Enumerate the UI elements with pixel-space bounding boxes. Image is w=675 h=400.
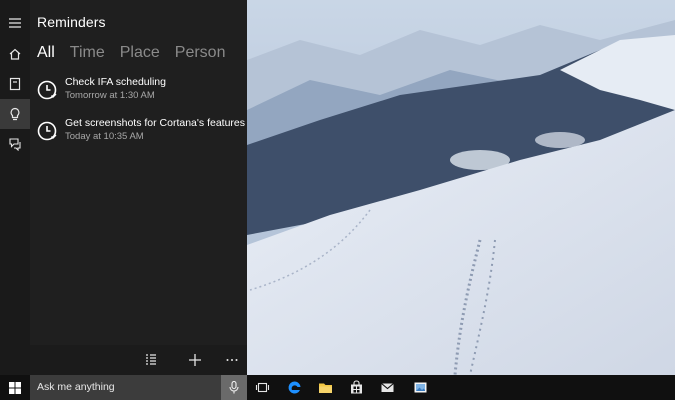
notebook-icon	[9, 77, 21, 91]
edge-browser-button[interactable]	[279, 375, 309, 400]
search-placeholder: Ask me anything	[37, 381, 115, 393]
tab-place[interactable]: Place	[120, 44, 160, 62]
home-icon	[9, 48, 21, 60]
reminder-time: Tomorrow at 1:30 AM	[65, 90, 155, 101]
store-icon	[350, 380, 362, 394]
reminder-title: Get screenshots for Cortana's features	[65, 117, 246, 129]
task-view-icon	[255, 382, 269, 393]
more-options-button[interactable]	[217, 345, 247, 375]
taskbar: Ask me anything	[0, 375, 675, 400]
task-view-button[interactable]	[247, 375, 277, 400]
photos-icon	[414, 382, 426, 393]
edge-browser-icon	[288, 381, 300, 394]
store-button[interactable]	[341, 375, 371, 400]
hamburger-menu-button[interactable]	[0, 8, 30, 38]
feedback-icon	[9, 138, 21, 151]
reminder-title: Check IFA scheduling	[65, 76, 166, 88]
clock-icon	[37, 121, 57, 141]
microphone-icon	[229, 381, 239, 394]
file-explorer-icon	[318, 383, 332, 393]
microphone-button[interactable]	[221, 375, 247, 400]
file-explorer-button[interactable]	[310, 375, 340, 400]
windows-start-icon	[9, 381, 21, 394]
reminders-content: Reminders All Time Place Person Check IF…	[30, 0, 247, 345]
cortana-panel: Reminders All Time Place Person Check IF…	[0, 0, 247, 375]
tab-time[interactable]: Time	[70, 44, 105, 62]
start-button[interactable]	[0, 375, 30, 400]
tab-all[interactable]: All	[37, 44, 55, 62]
reminder-time: Today at 10:35 AM	[65, 131, 144, 142]
list-view-button[interactable]	[136, 345, 166, 375]
hamburger-menu-icon	[9, 18, 21, 28]
reminder-filter-tabs: All Time Place Person	[37, 44, 225, 62]
cortana-search-box[interactable]: Ask me anything	[30, 375, 247, 400]
reminders-button[interactable]	[0, 99, 30, 129]
clock-icon	[37, 80, 57, 100]
more-icon	[226, 359, 238, 361]
mail-button[interactable]	[372, 375, 402, 400]
reminders-bottom-bar	[30, 345, 247, 375]
tab-person[interactable]: Person	[175, 44, 226, 62]
reminder-item[interactable]: Check IFA scheduling Tomorrow at 1:30 AM	[36, 76, 246, 106]
list-view-icon	[146, 354, 156, 365]
cortana-side-rail	[0, 0, 30, 375]
mail-icon	[380, 383, 394, 392]
reminders-lightbulb-icon	[10, 107, 20, 121]
reminder-item[interactable]: Get screenshots for Cortana's features T…	[36, 117, 246, 147]
page-title: Reminders	[37, 14, 106, 30]
feedback-button[interactable]	[0, 129, 30, 159]
notebook-button[interactable]	[0, 69, 30, 99]
add-reminder-button[interactable]	[180, 345, 210, 375]
home-button[interactable]	[0, 39, 30, 69]
photos-button[interactable]	[405, 375, 435, 400]
add-icon	[189, 354, 201, 366]
